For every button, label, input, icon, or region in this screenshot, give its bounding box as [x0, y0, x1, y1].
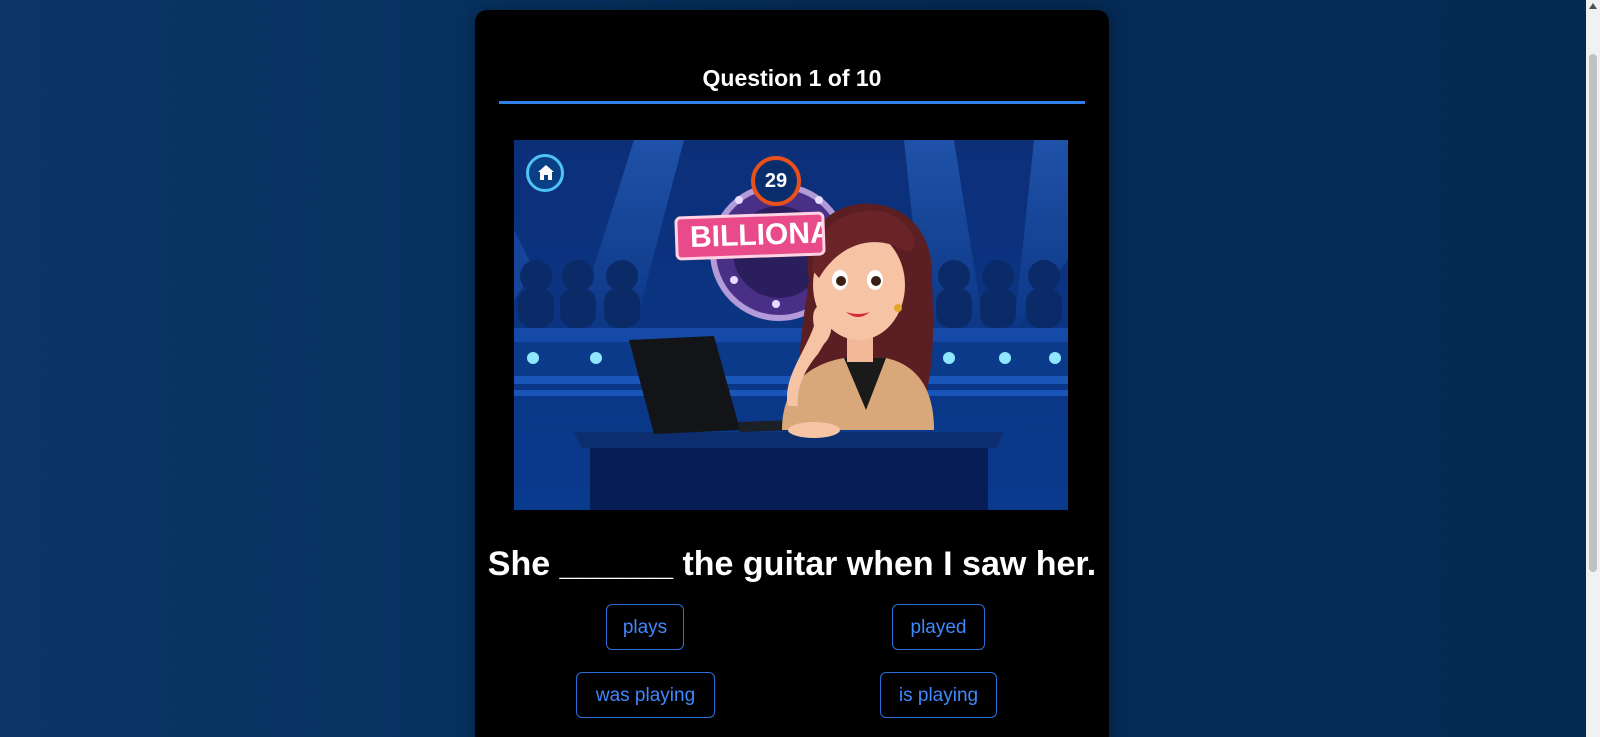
scroll-up-arrow-icon[interactable]	[1589, 3, 1597, 9]
countdown-timer: 29	[751, 156, 801, 206]
answer-option-was-playing[interactable]: was playing	[576, 672, 715, 718]
answer-option-is-playing[interactable]: is playing	[880, 672, 997, 718]
quiz-card: Question 1 of 10 BILLIONA 29 She ______ …	[475, 10, 1109, 737]
show-logo-banner: BILLIONA	[674, 211, 826, 261]
scrollbar-thumb[interactable]	[1589, 54, 1597, 572]
answer-option-played[interactable]: played	[892, 604, 985, 650]
quiz-scene-illustration: BILLIONA 29	[514, 140, 1068, 510]
question-text: She ______ the guitar when I saw her.	[487, 545, 1097, 583]
home-button[interactable]	[526, 154, 564, 192]
question-progress-header: Question 1 of 10	[499, 64, 1085, 104]
page-scrollbar[interactable]	[1586, 0, 1600, 737]
home-icon	[538, 165, 554, 180]
answer-option-plays[interactable]: plays	[606, 604, 684, 650]
